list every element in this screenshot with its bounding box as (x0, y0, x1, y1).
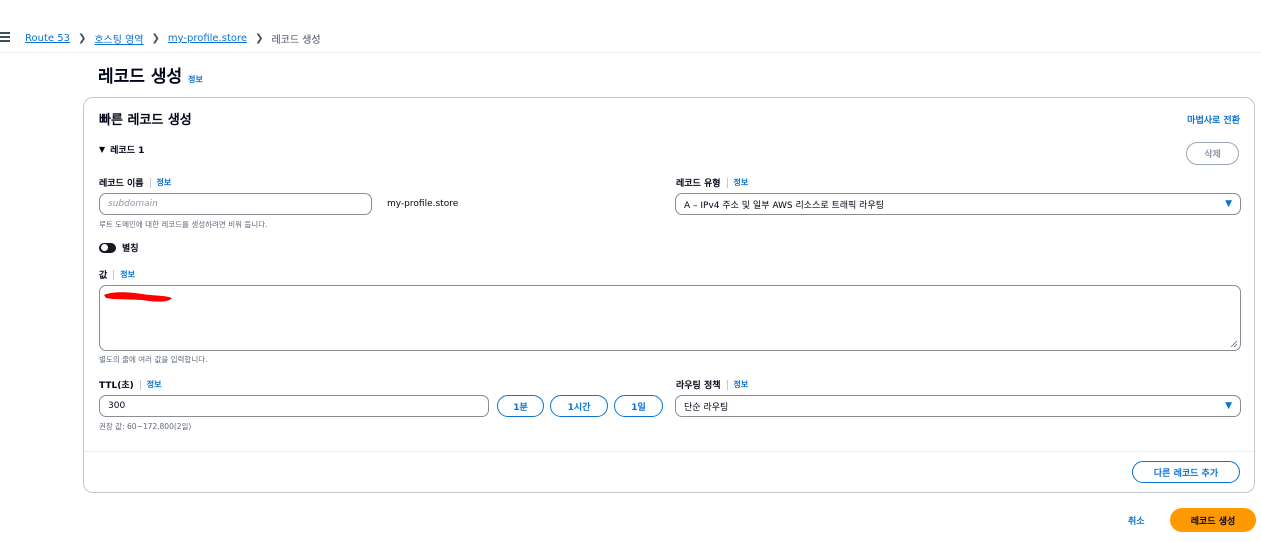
breadcrumb: Route 53 ❯ 호스팅 영역 ❯ my-profile.store ❯ 레… (25, 31, 321, 46)
value-hint: 별도의 줄에 여러 값을 입력합니다. (99, 355, 208, 364)
ttl-label: TTL(초) (99, 381, 134, 391)
caret-down-icon: ▼ (1225, 401, 1232, 411)
value-label-row: 값 정보 (99, 268, 135, 281)
card-footer: 다른 레코드 추가 (84, 451, 1254, 492)
top-bar: Route 53 ❯ 호스팅 영역 ❯ my-profile.store ❯ 레… (0, 0, 1261, 53)
record-name-hint: 루트 도메인에 대한 레코드를 생성하려면 비워 둡니다. (99, 220, 268, 229)
record-1-expander[interactable]: ▼ 레코드 1 (99, 143, 144, 156)
alias-toggle-row[interactable]: 별칭 (99, 241, 139, 254)
record-name-placeholder: subdomain (108, 199, 158, 209)
menu-icon[interactable] (0, 32, 10, 42)
record-name-label-row: 레코드 이름 정보 (99, 176, 171, 189)
redacted-value-mark (104, 292, 172, 302)
quick-create-card: 빠른 레코드 생성 마법사로 전환 ▼ 레코드 1 삭제 레코드 이름 정보 s… (83, 97, 1255, 493)
cancel-button[interactable]: 취소 (1128, 514, 1145, 527)
record-type-label-row: 레코드 유형 정보 (676, 176, 748, 189)
breadcrumb-hosted-zones[interactable]: 호스팅 영역 (94, 31, 143, 46)
label-divider (726, 379, 728, 390)
alias-label: 별칭 (122, 244, 139, 254)
label-divider (726, 177, 728, 188)
value-label: 값 (99, 271, 108, 281)
ttl-input[interactable]: 300 (99, 395, 489, 417)
record-name-label: 레코드 이름 (99, 179, 144, 189)
ttl-hint: 권장 값: 60~172,800(2일) (99, 422, 192, 431)
caret-down-icon: ▼ (99, 145, 106, 154)
routing-policy-value: 단순 라우팅 (684, 402, 729, 413)
label-divider (139, 379, 141, 390)
record-type-select[interactable]: A – IPv4 주소 및 일부 AWS 리소스로 트래픽 라우팅 ▼ (675, 193, 1241, 215)
chevron-right-icon: ❯ (255, 33, 264, 44)
add-another-record-button[interactable]: 다른 레코드 추가 (1132, 461, 1240, 483)
create-records-button[interactable]: 레코드 생성 (1170, 508, 1256, 532)
routing-policy-select[interactable]: 단순 라우팅 ▼ (675, 395, 1241, 417)
breadcrumb-zone[interactable]: my-profile.store (168, 33, 247, 44)
routing-policy-label: 라우팅 정책 (676, 381, 721, 391)
value-textarea[interactable] (99, 285, 1241, 351)
chevron-right-icon: ❯ (77, 33, 87, 44)
page-info-link[interactable]: 정보 (188, 74, 203, 85)
record-type-info-link[interactable]: 정보 (734, 177, 749, 188)
ttl-info-link[interactable]: 정보 (147, 379, 162, 390)
breadcrumb-current: 레코드 생성 (271, 35, 321, 46)
chevron-right-icon: ❯ (151, 33, 160, 44)
label-divider (149, 177, 151, 188)
page-header: 레코드 생성 정보 (98, 62, 203, 87)
resize-handle-icon[interactable] (1230, 340, 1237, 347)
ttl-1-hour-button[interactable]: 1시간 (550, 395, 608, 417)
routing-policy-label-row: 라우팅 정책 정보 (676, 378, 748, 391)
caret-down-icon: ▼ (1225, 199, 1232, 209)
value-info-link[interactable]: 정보 (120, 269, 135, 280)
record-1-label: 레코드 1 (110, 146, 145, 156)
record-name-input[interactable]: subdomain (99, 193, 372, 215)
ttl-value: 300 (108, 401, 126, 411)
record-name-domain-suffix: my-profile.store (387, 199, 459, 209)
alias-toggle[interactable] (99, 242, 116, 253)
delete-record-button[interactable]: 삭제 (1186, 142, 1239, 165)
record-name-info-link[interactable]: 정보 (157, 177, 172, 188)
ttl-label-row: TTL(초) 정보 (99, 378, 161, 391)
switch-to-wizard-link[interactable]: 마법사로 전환 (1187, 113, 1240, 126)
routing-policy-info-link[interactable]: 정보 (734, 379, 749, 390)
ttl-1-minute-button[interactable]: 1분 (497, 395, 544, 417)
record-type-value: A – IPv4 주소 및 일부 AWS 리소스로 트래픽 라우팅 (684, 200, 885, 211)
toggle-knob (100, 244, 108, 251)
page-title: 레코드 생성 (98, 67, 183, 87)
record-type-label: 레코드 유형 (676, 179, 721, 189)
label-divider (113, 269, 115, 280)
ttl-1-day-button[interactable]: 1일 (614, 395, 663, 417)
breadcrumb-route53[interactable]: Route 53 (25, 33, 70, 44)
card-title: 빠른 레코드 생성 (99, 113, 192, 128)
